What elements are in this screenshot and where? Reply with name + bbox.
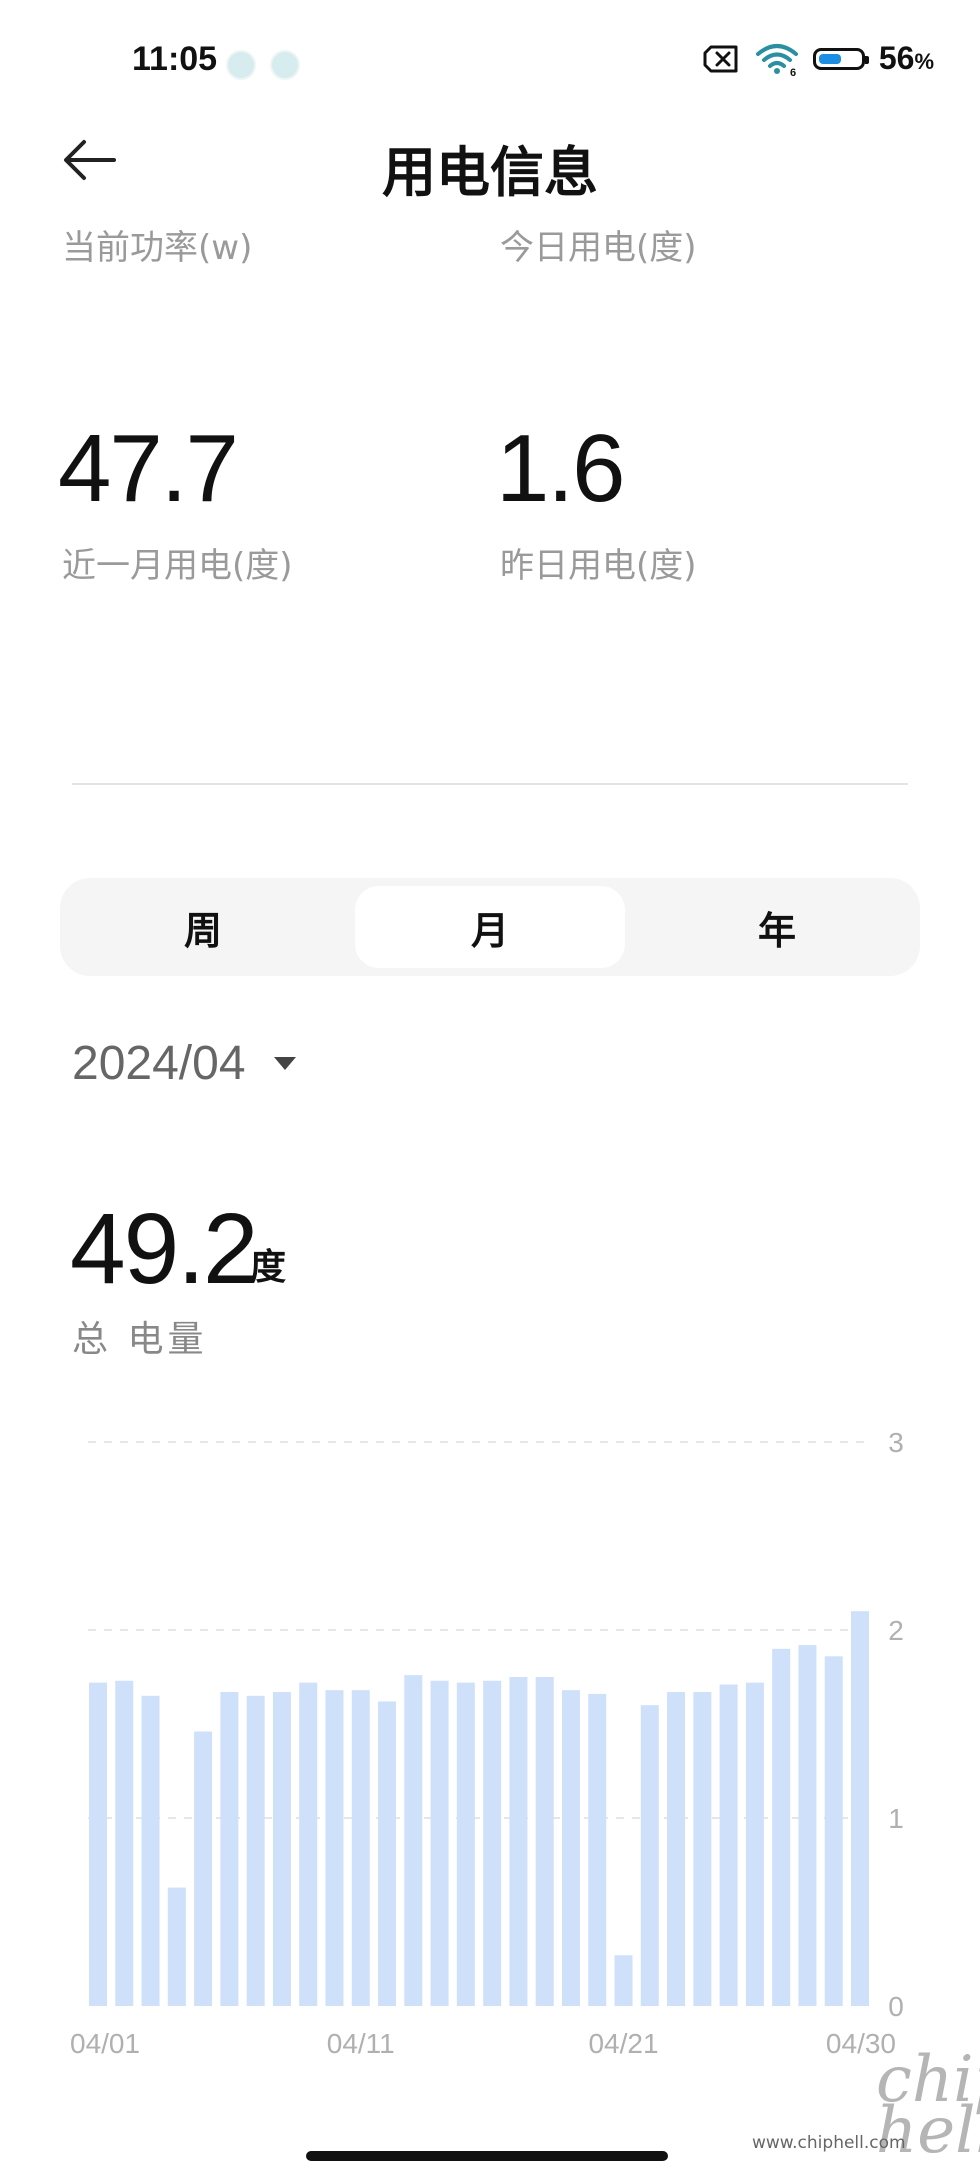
bar-04-14 [430, 1680, 449, 2006]
status-time: 11:05 [132, 40, 218, 78]
bar-04-18 [535, 1677, 554, 2006]
bar-04-26 [745, 1682, 764, 2006]
bar-04-27 [772, 1648, 791, 2006]
bar-04-25 [719, 1684, 738, 2006]
bar-04-03 [141, 1695, 160, 2006]
status-right-group: 6 56% [703, 40, 934, 77]
wechat-app-icon [270, 50, 300, 80]
bar-04-21 [614, 1955, 633, 2006]
bar-04-20 [588, 1693, 607, 2006]
total-usage-value: 49.2 [70, 1193, 259, 1305]
y-tick-label-1: 1 [888, 1803, 904, 1834]
no-sim-icon [703, 45, 738, 72]
bar-04-29 [824, 1656, 843, 2006]
month-picker[interactable]: 2024/04 [72, 1036, 296, 1091]
month-usage-value: 47.7 [58, 415, 239, 522]
watermark-url: www.chiphell.com [752, 2133, 906, 2153]
battery-level [818, 53, 841, 64]
shield-app-icon [226, 50, 256, 80]
yesterday-usage-value: 1.6 [496, 415, 625, 522]
bar-04-07 [246, 1695, 265, 2006]
bar-04-13 [404, 1675, 423, 2006]
bar-04-24 [693, 1692, 712, 2006]
bar-04-05 [194, 1731, 213, 2006]
current-power-label: 当前功率(w) [62, 228, 253, 268]
bar-04-23 [667, 1692, 686, 2006]
tab-year[interactable]: 年 [642, 886, 912, 968]
home-indicator[interactable] [306, 2151, 668, 2161]
daily-usage-bar-chart: 012304/01 04/11 04/21 04/30 [70, 1427, 904, 2059]
bar-04-30 [851, 1611, 869, 2006]
bar-04-19 [561, 1690, 580, 2006]
battery-icon [812, 47, 869, 70]
x-tick-label-04-11: 04/11 [327, 2028, 395, 2059]
x-tick-label-04-01: 04/01 [70, 2028, 140, 2059]
bar-04-16 [483, 1680, 502, 2006]
month-picker-value: 2024/04 [72, 1037, 246, 1090]
page-title: 用电信息 [382, 141, 598, 204]
bar-04-12 [378, 1701, 397, 2006]
bar-04-11 [351, 1690, 370, 2006]
total-usage-label: 总 电量 [72, 1319, 208, 1360]
bar-04-02 [115, 1680, 134, 2006]
x-tick-label-04-21: 04/21 [588, 2028, 658, 2059]
bar-04-04 [167, 1887, 186, 2006]
bar-04-10 [325, 1690, 344, 2006]
divider [72, 783, 908, 785]
period-segment-control: 周 月 年 [60, 878, 920, 976]
tab-week[interactable]: 周 [68, 886, 338, 968]
today-usage-label: 今日用电(度) [500, 228, 697, 268]
caret-down-icon [273, 1057, 296, 1070]
y-tick-label-2: 2 [888, 1615, 904, 1646]
wifi-icon: 6 [755, 43, 798, 76]
battery-text: 56% [878, 40, 934, 76]
svg-text:6: 6 [790, 67, 796, 76]
y-tick-label-0: 0 [888, 1991, 904, 2022]
bar-04-09 [299, 1682, 318, 2006]
bar-04-08 [272, 1692, 291, 2006]
y-tick-label-3: 3 [888, 1427, 904, 1458]
month-usage-label: 近一月用电(度) [62, 546, 293, 586]
bar-04-06 [220, 1692, 239, 2006]
total-usage-unit: 度 [250, 1247, 287, 1288]
bar-04-01 [89, 1682, 107, 2006]
tab-month[interactable]: 月 [355, 886, 625, 968]
bar-04-28 [798, 1645, 817, 2006]
bar-04-17 [509, 1677, 528, 2006]
yesterday-usage-label: 昨日用电(度) [500, 546, 697, 586]
bar-04-22 [640, 1705, 659, 2006]
bar-04-15 [456, 1682, 475, 2006]
